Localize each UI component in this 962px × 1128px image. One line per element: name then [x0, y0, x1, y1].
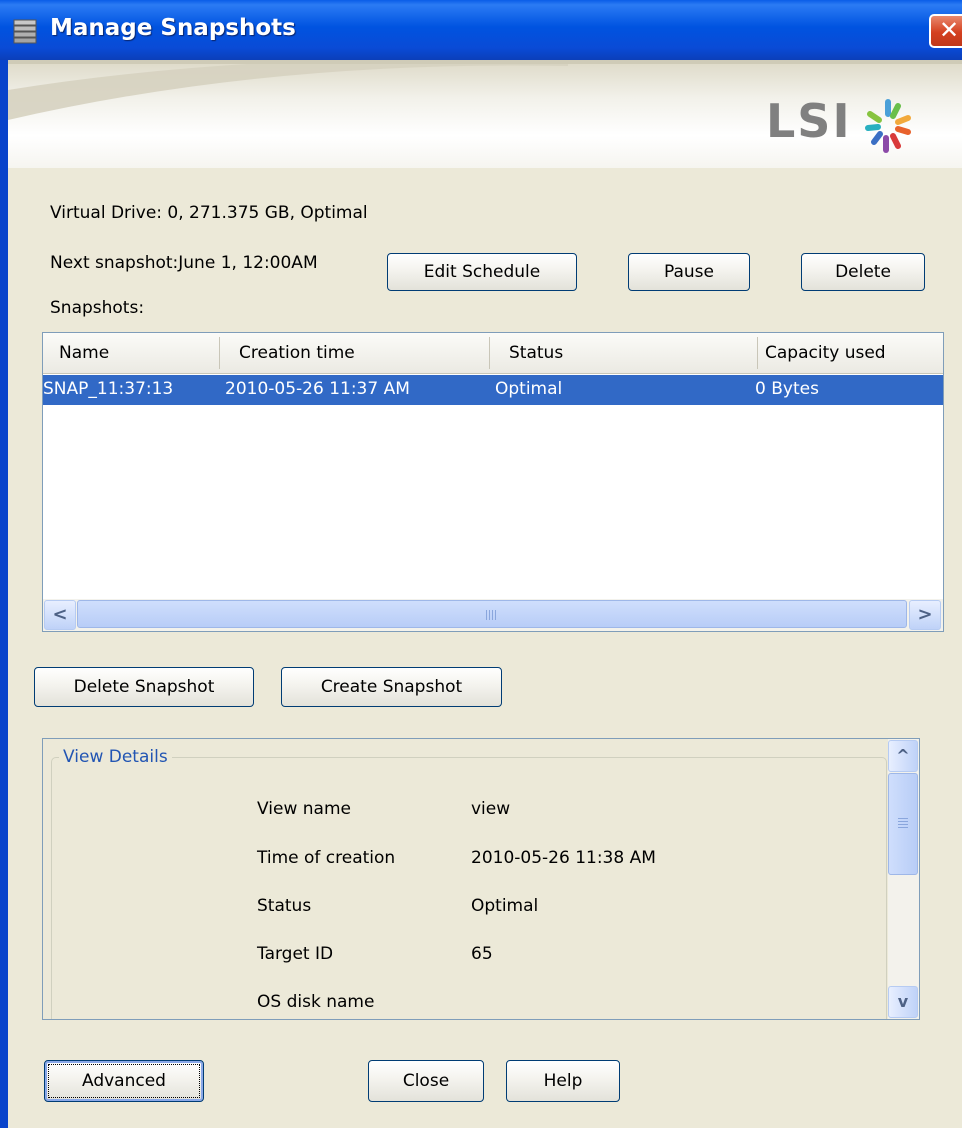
cell-creation-time: 2010-05-26 11:37 AM — [225, 379, 410, 399]
window-frame — [0, 60, 8, 1128]
view-details-panel[interactable]: View Details View name view Time of crea… — [42, 738, 920, 1020]
lsi-star-logo-icon — [865, 99, 911, 153]
scroll-thumb[interactable] — [77, 600, 907, 628]
chevron-up-icon: ^ — [896, 746, 910, 765]
vertical-scrollbar[interactable]: ^ v — [888, 738, 920, 1020]
detail-label: OS disk name — [257, 992, 375, 1012]
window-close-button[interactable]: ✕ — [929, 14, 962, 48]
grip-icon — [486, 610, 498, 620]
cell-status: Optimal — [495, 379, 563, 399]
window-title: Manage Snapshots — [50, 15, 296, 41]
lsi-logo-text: LSI — [766, 94, 852, 148]
chevron-left-icon: < — [52, 604, 68, 625]
close-button[interactable]: Close — [368, 1060, 484, 1102]
snapshots-table[interactable]: Name Creation time Status Capacity used … — [42, 332, 944, 632]
detail-label: Time of creation — [257, 848, 396, 868]
detail-value: view — [471, 799, 511, 819]
storage-stack-icon — [13, 19, 37, 44]
detail-label: Status — [257, 896, 312, 916]
table-row[interactable]: SNAP_11:37:13 2010-05-26 11:37 AM Optima… — [43, 375, 943, 405]
horizontal-scrollbar[interactable]: < > — [43, 599, 943, 631]
chevron-right-icon: > — [917, 604, 933, 625]
column-divider[interactable] — [757, 337, 758, 369]
title-bar[interactable]: Manage Snapshots ✕ — [0, 0, 962, 60]
virtual-drive-info: Virtual Drive: 0, 271.375 GB, Optimal — [50, 203, 368, 223]
detail-value: Optimal — [471, 896, 539, 916]
column-header-status[interactable]: Status — [509, 343, 563, 363]
detail-value: 65 — [471, 944, 493, 964]
create-snapshot-button[interactable]: Create Snapshot — [281, 667, 502, 707]
view-details-title: View Details — [59, 747, 172, 767]
grip-icon — [898, 818, 908, 830]
next-snapshot-info: Next snapshot:June 1, 12:00AM — [50, 253, 318, 273]
detail-label: View name — [257, 799, 351, 819]
snapshots-label: Snapshots: — [50, 298, 145, 318]
chevron-down-icon: v — [897, 992, 909, 1011]
pause-button[interactable]: Pause — [628, 253, 750, 291]
column-header-creation-time[interactable]: Creation time — [239, 343, 355, 363]
scroll-left-button[interactable]: < — [44, 600, 76, 630]
close-icon: ✕ — [938, 16, 960, 44]
delete-schedule-button[interactable]: Delete — [801, 253, 925, 291]
column-header-name[interactable]: Name — [59, 343, 109, 363]
cell-capacity-used: 0 Bytes — [755, 379, 819, 399]
scroll-down-button[interactable]: v — [888, 986, 918, 1018]
help-button[interactable]: Help — [506, 1060, 620, 1102]
scroll-up-button[interactable]: ^ — [888, 740, 918, 772]
detail-value: 2010-05-26 11:38 AM — [471, 848, 656, 868]
scroll-thumb[interactable] — [888, 773, 918, 875]
detail-label: Target ID — [257, 944, 334, 964]
scroll-right-button[interactable]: > — [909, 600, 941, 630]
edit-schedule-button[interactable]: Edit Schedule — [387, 253, 577, 291]
cell-name: SNAP_11:37:13 — [43, 379, 174, 399]
table-header: Name Creation time Status Capacity used — [43, 333, 943, 374]
column-divider[interactable] — [219, 337, 220, 369]
column-divider[interactable] — [489, 337, 490, 369]
view-details-group — [51, 757, 887, 1019]
advanced-button[interactable]: Advanced — [44, 1060, 204, 1102]
column-header-capacity-used[interactable]: Capacity used — [765, 343, 886, 363]
delete-snapshot-button[interactable]: Delete Snapshot — [34, 667, 254, 707]
